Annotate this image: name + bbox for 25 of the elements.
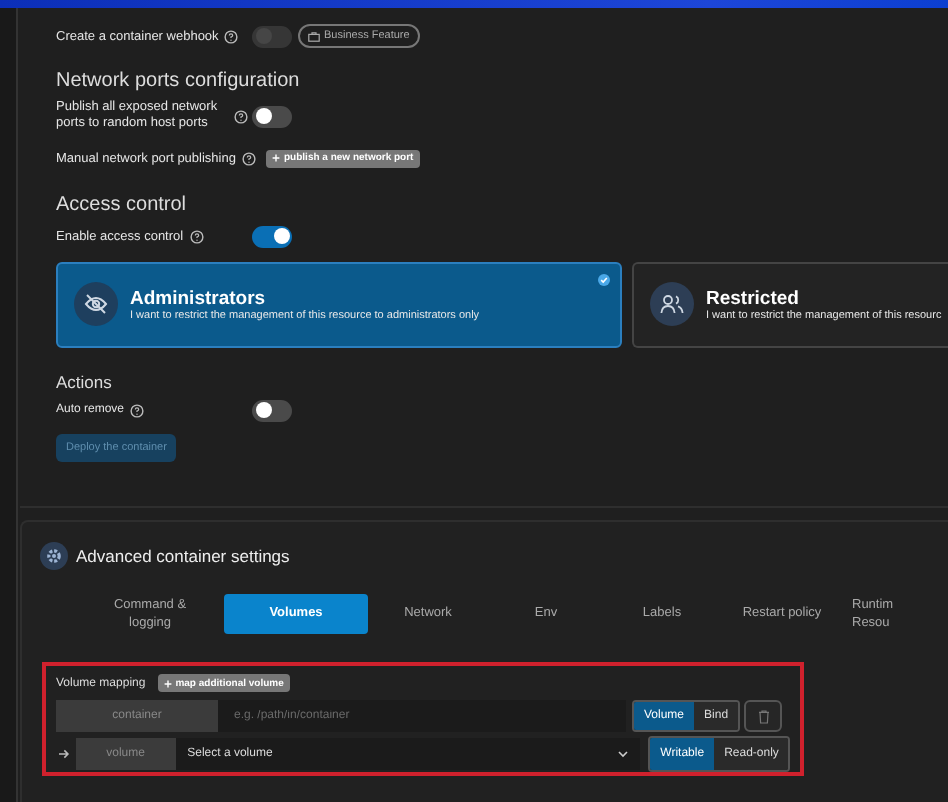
help-icon xyxy=(234,109,248,124)
gear-icon xyxy=(40,542,68,570)
check-icon xyxy=(598,273,610,286)
chevron-down-icon xyxy=(618,750,629,758)
section-title: Access control xyxy=(56,193,189,216)
help-icon xyxy=(189,229,204,244)
section-title: Advanced container settings xyxy=(76,546,290,566)
help-icon xyxy=(241,151,256,166)
briefcase-icon xyxy=(308,31,320,41)
help-icon xyxy=(130,403,145,418)
option-title: Restricted xyxy=(706,287,801,310)
section-title: Actions xyxy=(56,371,114,392)
option-title: Administrators xyxy=(130,287,268,310)
plus-icon xyxy=(272,154,280,163)
trash-icon xyxy=(757,709,770,723)
toggle-switch[interactable] xyxy=(252,225,292,248)
section-title: Network ports configuration xyxy=(56,70,302,92)
arrow-icon xyxy=(58,748,70,760)
toggle-switch[interactable] xyxy=(252,399,292,422)
delete-button[interactable] xyxy=(744,700,783,732)
plus-icon xyxy=(163,679,172,687)
eye-off-icon xyxy=(84,294,108,315)
help-icon xyxy=(224,29,239,43)
toggle-switch[interactable] xyxy=(252,105,292,128)
users-icon xyxy=(660,294,684,315)
